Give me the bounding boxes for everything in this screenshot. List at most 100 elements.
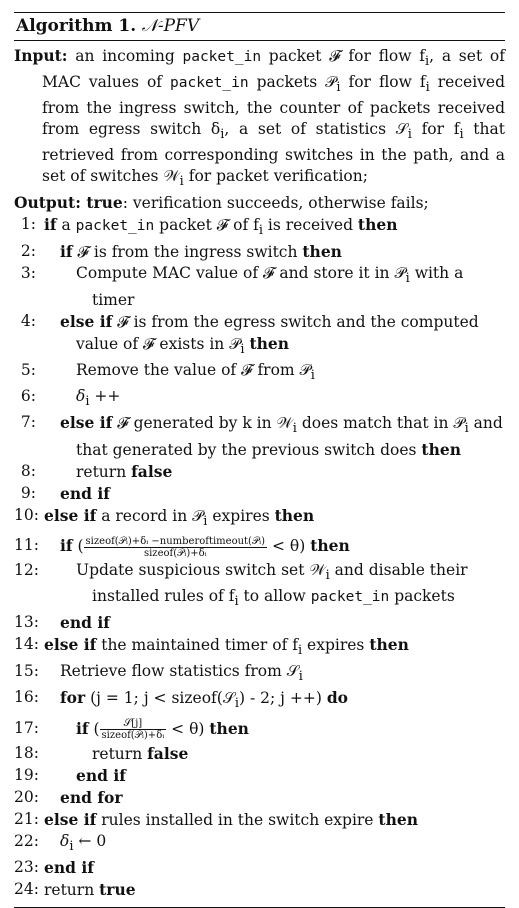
algorithm-name: 𝒩-PFV [141,16,200,36]
line-text: to allow [238,587,311,606]
line-number: 15: [14,662,39,681]
line-text: Compute MAC value of 𝓕 and store it in 𝒫 [76,264,406,283]
line-text: Remove the value of 𝓕 from 𝒫 [76,360,311,379]
line-text: ( [88,719,100,738]
line-text: ( [72,537,84,556]
subscript: i [298,669,303,685]
code-packet-in: packet_in [75,218,155,235]
algorithm-line-21: 21: else if rules installed in the switch… [14,809,505,831]
keyword: else if [44,809,97,829]
algorithm-line-23: 23: end if [14,857,505,879]
title-rule [14,40,505,41]
bottom-rule [14,906,505,908]
line-number: 3: [20,264,36,283]
algorithm-line-24: 24: return true [14,879,505,901]
line-number: 9: [20,483,36,502]
algorithm-line-12: 12: Update suspicious switch set 𝒲i and d… [14,560,505,612]
fraction-denominator: sizeof(𝒫ᵢ)+δᵢ [101,730,165,741]
code-packet-in: packet_in [170,75,249,92]
input-text: packet 𝓕 for flow f [261,47,426,65]
line-number: 5: [20,360,36,379]
line-text: a record in 𝒫 [96,506,204,525]
line-number: 4: [20,311,36,330]
line-number: 11: [14,536,39,555]
line-number: 23: [14,857,39,876]
algorithm-line-13: 13: end if [14,612,505,634]
fraction: 𝒮[j] sizeof(𝒫ᵢ)+δᵢ [99,718,167,741]
output-label: Output: true [14,193,123,213]
line-text: Update suspicious switch set 𝒲 [76,561,326,580]
keyword: false [131,461,173,481]
algorithm-line-15: 15: Retrieve flow statistics from 𝒮i [14,661,505,687]
code-packet-in: packet_in [310,589,390,606]
line-text: ) - 2; j ++) [238,689,327,708]
keyword: then [302,242,342,262]
line-text: rules installed in the switch expire [96,810,379,829]
line-text: δ [76,386,86,405]
line-text: Retrieve flow statistics from 𝒮 [60,662,299,681]
line-number: 20: [14,787,39,806]
line-number: 6: [20,386,36,405]
algorithm-line-20: 20: end for [14,787,505,809]
line-number: 14: [14,635,39,654]
algorithm-line-3: 3: Compute MAC value of 𝓕 and store it in… [14,263,505,310]
algorithm-line-7: 7: else if 𝓕 generated by k in 𝒲i does ma… [14,412,505,461]
line-text: δ [60,831,70,850]
keyword: else if [44,505,97,525]
keyword: then [209,718,249,738]
line-text: expires [302,636,370,655]
line-text: return [76,462,132,481]
line-text: < θ) [267,537,311,556]
algorithm-line-18: 18: return false [14,743,505,765]
input-label: Input: [14,46,68,65]
keyword: then [369,635,409,655]
algorithm-line-22: 22: δi ← 0 [14,831,505,857]
line-number: 19: [14,765,39,784]
algorithm-line-4: 4: else if 𝓕 is from the egress switch an… [14,311,505,360]
keyword: false [147,743,189,763]
keyword: then [357,215,398,235]
line-number: 13: [14,613,39,632]
algorithm-line-2: 2: if 𝓕 is from the ingress switch then [14,241,505,263]
line-text: expires [207,506,275,525]
line-text: a [56,216,76,235]
algorithm-box: Algorithm 1. 𝒩-PFV Input: an incoming pa… [14,12,505,908]
algorithm-line-10: 10: else if a record in 𝒫i expires then [14,505,505,532]
keyword: if [76,718,89,738]
line-number: 8: [20,461,36,480]
keyword: end if [60,613,110,633]
line-text: ++ [89,386,121,405]
line-number: 21: [14,809,39,828]
line-number: 2: [20,242,36,261]
subscript: i [240,341,245,357]
keyword: do [326,688,349,708]
keyword: true [99,879,136,899]
line-number: 7: [20,412,36,431]
fraction-denominator: sizeof(𝒫ᵢ)+δᵢ [143,547,207,559]
line-number: 16: [14,688,39,707]
line-number: 17: [14,718,39,737]
input-section: Input: an incoming packet_in packet 𝓕 fo… [14,45,505,192]
keyword: then [310,536,350,556]
keyword: end if [60,483,110,503]
output-section: Output: true: verification succeeds, oth… [14,192,505,214]
line-number: 22: [14,831,39,850]
keyword: then [249,333,290,353]
algorithm-line-9: 9: end if [14,483,505,505]
line-number: 18: [14,743,39,762]
fraction-numerator: 𝒮[j] [99,718,167,730]
line-text: < θ) [166,719,210,738]
line-number: 1: [20,215,36,234]
keyword: for [60,688,86,708]
output-text: : verification succeeds, otherwise fails… [122,194,429,213]
algorithm-title: Algorithm 1. 𝒩-PFV [14,13,505,40]
keyword: then [421,439,461,459]
fraction-numerator: sizeof(𝒫ᵢ)+δᵢ −numberoftimeout(𝒫ᵢ) [83,535,268,548]
algorithm-line-19: 19: end if [14,765,505,787]
line-text: does match that in 𝒫 [296,413,465,432]
keyword: if [60,536,73,556]
line-text: ← 0 [73,831,107,850]
keyword: if [44,215,57,235]
keyword: then [274,505,315,525]
keyword: else if [44,635,97,655]
